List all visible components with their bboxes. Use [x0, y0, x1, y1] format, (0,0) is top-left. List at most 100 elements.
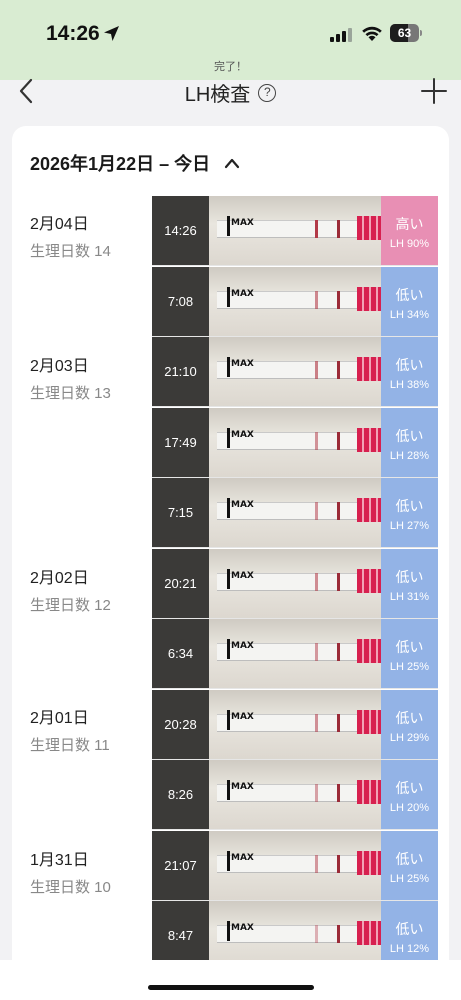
lh-percent: LH 20%	[389, 802, 430, 814]
lh-result: 低い LH 27%	[381, 478, 438, 547]
lh-level: 高い	[395, 216, 424, 232]
test-strip-photo: MAX	[209, 407, 381, 477]
strip-handle	[357, 216, 381, 240]
test-row[interactable]: 17:49 MAX 低い LH 28%	[152, 407, 438, 478]
test-row[interactable]: 7:08 MAX 低い LH 34%	[152, 266, 438, 337]
cycle-day: 生理日数 11	[30, 737, 110, 754]
strip-max-bar	[227, 639, 230, 659]
day-date: 2月02日	[30, 570, 89, 587]
test-time: 21:07	[152, 830, 209, 900]
test-row[interactable]: 20:21 MAX 低い LH 31%	[152, 548, 438, 619]
date-range-toggle[interactable]: 2026年1月22日 – 今日	[30, 150, 240, 176]
lh-level: 低い	[395, 357, 424, 373]
lh-percent: LH 25%	[389, 661, 430, 673]
home-indicator	[148, 985, 314, 990]
lh-percent: LH 28%	[389, 449, 430, 462]
lh-percent: LH 38%	[389, 379, 430, 391]
lh-level: 低い	[395, 850, 424, 867]
strip-max-label: MAX	[231, 218, 254, 228]
add-plus-icon[interactable]	[419, 76, 449, 106]
strip-max-label: MAX	[231, 852, 254, 863]
battery-cap	[420, 30, 422, 36]
strip-control-line	[337, 784, 340, 802]
test-strip-photo: MAX	[209, 337, 381, 406]
lh-result: 低い LH 31%	[381, 548, 438, 618]
strip-max-bar	[227, 427, 230, 448]
lh-result: 低い LH 34%	[381, 266, 438, 336]
strip-handle	[357, 357, 381, 381]
lh-percent: LH 27%	[389, 520, 430, 532]
test-time: 7:08	[152, 266, 209, 336]
lh-result: 低い LH 28%	[381, 407, 438, 477]
day-group: 1月31日 生理日数 10	[30, 846, 111, 897]
strip-handle	[357, 780, 381, 804]
strip-max-label: MAX	[231, 288, 254, 299]
strip-test-line	[315, 431, 318, 450]
day-date: 2月03日	[30, 358, 89, 375]
strip-max-label: MAX	[231, 500, 254, 510]
lh-level: 低い	[395, 921, 424, 937]
test-row[interactable]: 6:34 MAX 低い LH 25%	[152, 619, 438, 689]
test-strip-photo: MAX	[209, 196, 381, 265]
strip-test-line	[315, 220, 318, 238]
test-row[interactable]: 8:26 MAX 低い LH 20%	[152, 760, 438, 830]
strip-test-line	[315, 925, 318, 943]
lh-result: 低い LH 20%	[381, 760, 438, 829]
strip-control-line	[337, 290, 340, 309]
day-group: 2月01日 生理日数 11	[30, 704, 110, 755]
lh-result: 低い LH 25%	[381, 619, 438, 688]
strip-test-line	[315, 784, 318, 802]
test-strip-photo: MAX	[209, 619, 381, 688]
strip-max-label: MAX	[231, 923, 254, 933]
strip-control-line	[337, 361, 340, 379]
page-title: LH検査	[184, 84, 251, 106]
test-strip-photo: MAX	[209, 266, 381, 336]
strip-max-bar	[227, 286, 230, 307]
lh-percent: LH 90%	[389, 238, 430, 250]
lh-result: 高い LH 90%	[381, 196, 438, 265]
strip-control-line	[337, 502, 340, 520]
strip-handle	[357, 286, 381, 311]
day-group: 2月04日 生理日数 14	[30, 210, 111, 261]
strip-handle	[357, 850, 381, 875]
strip-handle	[357, 427, 381, 452]
help-icon[interactable]: ?	[258, 83, 277, 102]
lh-result: 低い LH 38%	[381, 337, 438, 406]
strip-test-line	[315, 361, 318, 379]
test-time: 17:49	[152, 407, 209, 477]
lh-level: 低い	[395, 780, 424, 796]
test-time: 7:15	[152, 478, 209, 547]
strip-max-label: MAX	[231, 782, 254, 792]
strip-max-bar	[227, 216, 230, 236]
lh-percent: LH 25%	[389, 872, 430, 885]
lh-level: 低い	[395, 498, 424, 514]
day-date: 1月31日	[30, 852, 89, 869]
lh-percent: LH 34%	[389, 308, 430, 321]
test-row[interactable]: 20:28 MAX 低い LH 29%	[152, 689, 438, 760]
test-row[interactable]: 21:07 MAX 低い LH 25%	[152, 830, 438, 901]
test-time: 6:34	[152, 619, 209, 688]
wifi-icon	[362, 26, 382, 41]
strip-control-line	[337, 713, 340, 732]
strip-control-line	[337, 643, 340, 661]
strip-handle	[357, 709, 381, 734]
strip-max-label: MAX	[231, 570, 254, 581]
status-bar: 14:26 63 完了！	[0, 0, 461, 80]
strip-control-line	[337, 220, 340, 238]
day-date: 2月04日	[30, 216, 89, 233]
test-row[interactable]: 7:15 MAX 低い LH 27%	[152, 478, 438, 548]
lh-level: 低い	[395, 286, 424, 303]
test-strip-photo: MAX	[209, 760, 381, 829]
cycle-day: 生理日数 10	[30, 879, 111, 896]
date-range-label: 2026年1月22日 – 今日	[30, 154, 211, 174]
test-row[interactable]: 14:26 MAX 高い LH 90%	[152, 196, 438, 266]
strip-max-bar	[227, 498, 230, 518]
lh-percent: LH 31%	[389, 590, 430, 603]
strip-control-line	[337, 572, 340, 591]
test-strip-photo: MAX	[209, 548, 381, 618]
strip-control-line	[337, 854, 340, 873]
strip-max-bar	[227, 357, 230, 377]
nav-bar: LH検査 ?	[0, 72, 461, 114]
lh-result: 低い LH 25%	[381, 830, 438, 900]
test-row[interactable]: 21:10 MAX 低い LH 38%	[152, 337, 438, 407]
